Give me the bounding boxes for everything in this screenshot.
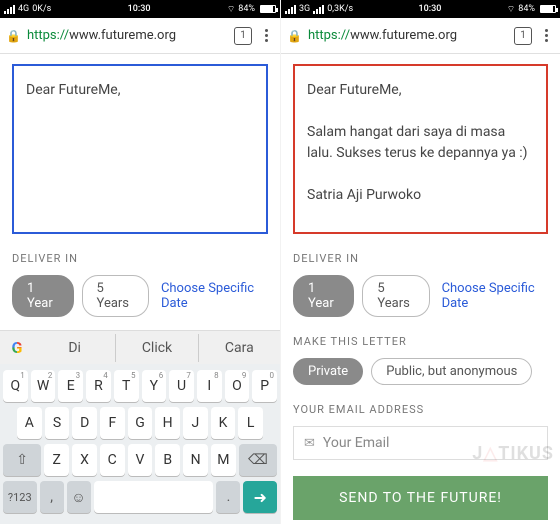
battery-pct: 84% <box>518 4 535 14</box>
deliver-options: 1 Year 5 Years Choose Specific Date <box>293 275 548 317</box>
phone-left: 4G 0K/s 10:30 ⌔ 84% 🔒 https://www.future… <box>0 0 280 524</box>
key-v[interactable]: V <box>128 444 153 476</box>
kebab-menu-icon[interactable] <box>538 29 554 42</box>
key-t[interactable]: T5 <box>114 370 139 402</box>
url-text[interactable]: https://www.futureme.org <box>27 28 228 43</box>
suggestion-1[interactable]: Di <box>34 334 115 362</box>
choose-date-link[interactable]: Choose Specific Date <box>161 281 268 311</box>
key-e[interactable]: E3 <box>58 370 83 402</box>
backspace-key[interactable]: ⌫ <box>239 444 277 476</box>
url-text[interactable]: https://www.futureme.org <box>308 28 508 43</box>
letter-textarea[interactable]: Dear FutureMe, Salam hangat dari saya di… <box>293 64 548 234</box>
key-r[interactable]: R4 <box>86 370 111 402</box>
key-p[interactable]: P0 <box>252 370 277 402</box>
period-key[interactable]: . <box>216 481 240 513</box>
keyboard-suggestions: G Di Click Cara <box>0 330 280 364</box>
wifi-icon: ⌔ <box>227 4 235 15</box>
key-k[interactable]: K <box>211 407 236 439</box>
battery-icon <box>260 5 276 13</box>
email-input[interactable]: ✉ Your Email <box>293 426 548 460</box>
key-g[interactable]: G <box>128 407 153 439</box>
keyboard: Q1W2E3R4T5Y6U7I8O9P0 ASDFGHJKL ⇧ ZXCVBNM… <box>0 364 280 524</box>
google-icon[interactable]: G <box>0 338 34 357</box>
lock-icon: 🔒 <box>287 29 302 43</box>
data-speed: 0,3K/s <box>327 4 353 14</box>
key-l[interactable]: L <box>238 407 263 439</box>
deliver-1year[interactable]: 1 Year <box>12 275 74 317</box>
privacy-public[interactable]: Public, but anonymous <box>371 358 532 385</box>
key-i[interactable]: I8 <box>197 370 222 402</box>
privacy-options: Private Public, but anonymous <box>293 358 548 385</box>
emoji-key[interactable]: ☺ <box>67 481 91 513</box>
url-bar[interactable]: 🔒 https://www.futureme.org 1 <box>281 18 560 54</box>
key-a[interactable]: A <box>17 407 42 439</box>
key-z[interactable]: Z <box>44 444 69 476</box>
key-w[interactable]: W2 <box>31 370 56 402</box>
key-b[interactable]: B <box>155 444 180 476</box>
battery-pct: 84% <box>238 4 255 14</box>
enter-key[interactable]: ➜ <box>243 481 277 513</box>
network-type: 4G <box>18 4 29 14</box>
deliver-label: DELIVER IN <box>293 252 548 265</box>
choose-date-link[interactable]: Choose Specific Date <box>442 281 548 311</box>
key-q[interactable]: Q1 <box>3 370 28 402</box>
key-x[interactable]: X <box>72 444 97 476</box>
kebab-menu-icon[interactable] <box>258 29 274 42</box>
shift-key[interactable]: ⇧ <box>3 444 41 476</box>
key-s[interactable]: S <box>45 407 70 439</box>
signal-icon <box>4 5 15 14</box>
page-content: Dear FutureMe, Salam hangat dari saya di… <box>281 54 560 524</box>
network-type: 3G <box>299 4 310 14</box>
phone-right: 3G 0,3K/s 10:30 ⌔ 84% 🔒 https://www.futu… <box>280 0 560 524</box>
send-button[interactable]: SEND TO THE FUTURE! <box>293 476 548 520</box>
email-placeholder: Your Email <box>323 435 390 451</box>
letter-textarea[interactable]: Dear FutureMe, <box>12 64 268 234</box>
clock: 10:30 <box>128 4 151 14</box>
key-y[interactable]: Y6 <box>142 370 167 402</box>
suggestion-2[interactable]: Click <box>115 334 197 362</box>
key-u[interactable]: U7 <box>169 370 194 402</box>
key-f[interactable]: F <box>100 407 125 439</box>
status-bar: 4G 0K/s 10:30 ⌔ 84% <box>0 0 280 18</box>
key-n[interactable]: N <box>183 444 208 476</box>
privacy-private[interactable]: Private <box>293 358 363 385</box>
tab-count[interactable]: 1 <box>234 27 252 45</box>
key-j[interactable]: J <box>183 407 208 439</box>
email-label: YOUR EMAIL ADDRESS <box>293 403 548 416</box>
signal-icon-2 <box>313 5 324 14</box>
space-key[interactable] <box>94 481 214 513</box>
deliver-1year[interactable]: 1 Year <box>293 275 354 317</box>
data-speed: 0K/s <box>32 4 51 14</box>
key-d[interactable]: D <box>72 407 97 439</box>
comma-key[interactable]: , <box>40 481 64 513</box>
envelope-icon: ✉ <box>304 436 315 451</box>
status-bar: 3G 0,3K/s 10:30 ⌔ 84% <box>281 0 560 18</box>
lock-icon: 🔒 <box>6 29 21 43</box>
make-letter-label: MAKE THIS LETTER <box>293 335 548 348</box>
deliver-5years[interactable]: 5 Years <box>362 275 429 317</box>
battery-icon <box>540 5 556 13</box>
key-m[interactable]: M <box>211 444 236 476</box>
url-bar[interactable]: 🔒 https://www.futureme.org 1 <box>0 18 280 54</box>
symbols-key[interactable]: ?123 <box>3 481 37 513</box>
key-c[interactable]: C <box>100 444 125 476</box>
clock: 10:30 <box>419 4 442 14</box>
page-content: Dear FutureMe, DELIVER IN 1 Year 5 Years… <box>0 54 280 330</box>
suggestion-3[interactable]: Cara <box>198 334 280 362</box>
signal-icon <box>285 5 296 14</box>
deliver-label: DELIVER IN <box>12 252 268 265</box>
key-h[interactable]: H <box>155 407 180 439</box>
tab-count[interactable]: 1 <box>514 27 532 45</box>
wifi-icon: ⌔ <box>507 4 515 15</box>
key-o[interactable]: O9 <box>225 370 250 402</box>
deliver-5years[interactable]: 5 Years <box>82 275 149 317</box>
deliver-options: 1 Year 5 Years Choose Specific Date <box>12 275 268 317</box>
